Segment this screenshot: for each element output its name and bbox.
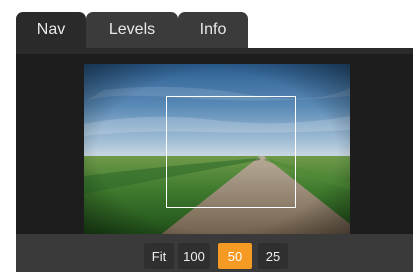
- zoom-bar: Fit 100 50 25: [16, 234, 413, 272]
- view-rectangle[interactable]: [166, 96, 296, 208]
- preview-area: [16, 54, 413, 240]
- tab-info[interactable]: Info: [178, 12, 248, 48]
- navigator-panel: Nav Levels Info Fit 100 50 25: [16, 12, 413, 272]
- zoom-100-button[interactable]: 100: [178, 243, 210, 269]
- tab-levels[interactable]: Levels: [86, 12, 178, 48]
- tab-bar: Nav Levels Info: [16, 12, 413, 48]
- zoom-50-button[interactable]: 50: [218, 243, 252, 269]
- zoom-fit-button[interactable]: Fit: [144, 243, 174, 269]
- navigator-body: Fit 100 50 25: [16, 48, 413, 272]
- tab-nav[interactable]: Nav: [16, 12, 86, 48]
- zoom-25-button[interactable]: 25: [258, 243, 288, 269]
